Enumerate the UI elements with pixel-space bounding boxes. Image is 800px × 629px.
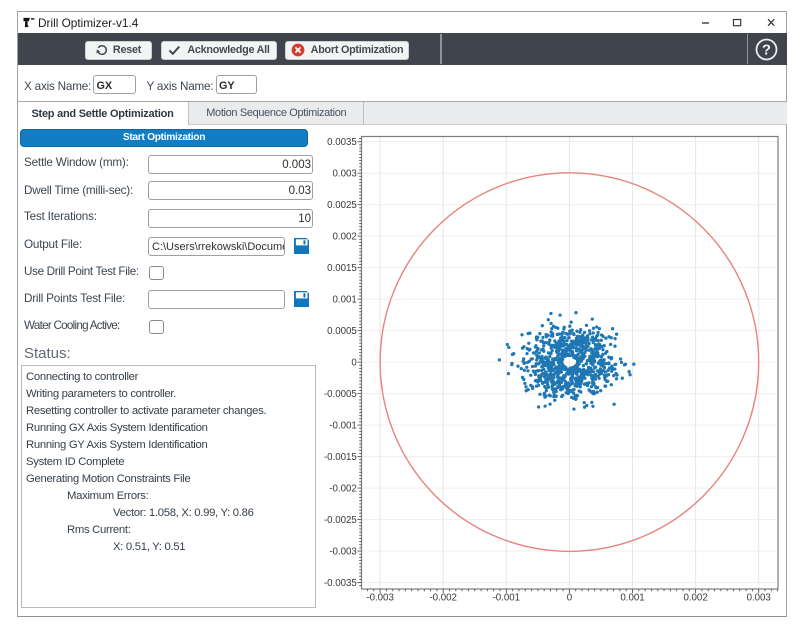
svg-text:0.003: 0.003	[747, 593, 771, 604]
svg-text:0.0015: 0.0015	[327, 263, 357, 274]
svg-text:0.001: 0.001	[620, 593, 644, 604]
svg-text:-0.003: -0.003	[366, 593, 393, 604]
svg-text:0: 0	[351, 358, 357, 369]
svg-text:-0.0025: -0.0025	[324, 515, 357, 526]
svg-text:-0.0035: -0.0035	[324, 578, 357, 589]
svg-text:0.002: 0.002	[683, 593, 707, 604]
svg-text:-0.001: -0.001	[329, 421, 356, 432]
svg-text:-0.001: -0.001	[493, 593, 520, 604]
svg-text:-0.0015: -0.0015	[324, 452, 357, 463]
svg-text:0: 0	[567, 593, 573, 604]
svg-text:-0.002: -0.002	[329, 484, 356, 495]
svg-text:0.0005: 0.0005	[327, 326, 357, 337]
svg-text:0.0025: 0.0025	[327, 200, 357, 211]
svg-text:0.001: 0.001	[333, 295, 357, 306]
svg-text:0.002: 0.002	[333, 232, 357, 243]
svg-text:-0.003: -0.003	[329, 546, 356, 557]
svg-text:-0.002: -0.002	[429, 593, 456, 604]
svg-text:0.003: 0.003	[333, 169, 357, 180]
svg-text:-0.0005: -0.0005	[324, 389, 357, 400]
svg-text:0.0035: 0.0035	[327, 137, 357, 148]
